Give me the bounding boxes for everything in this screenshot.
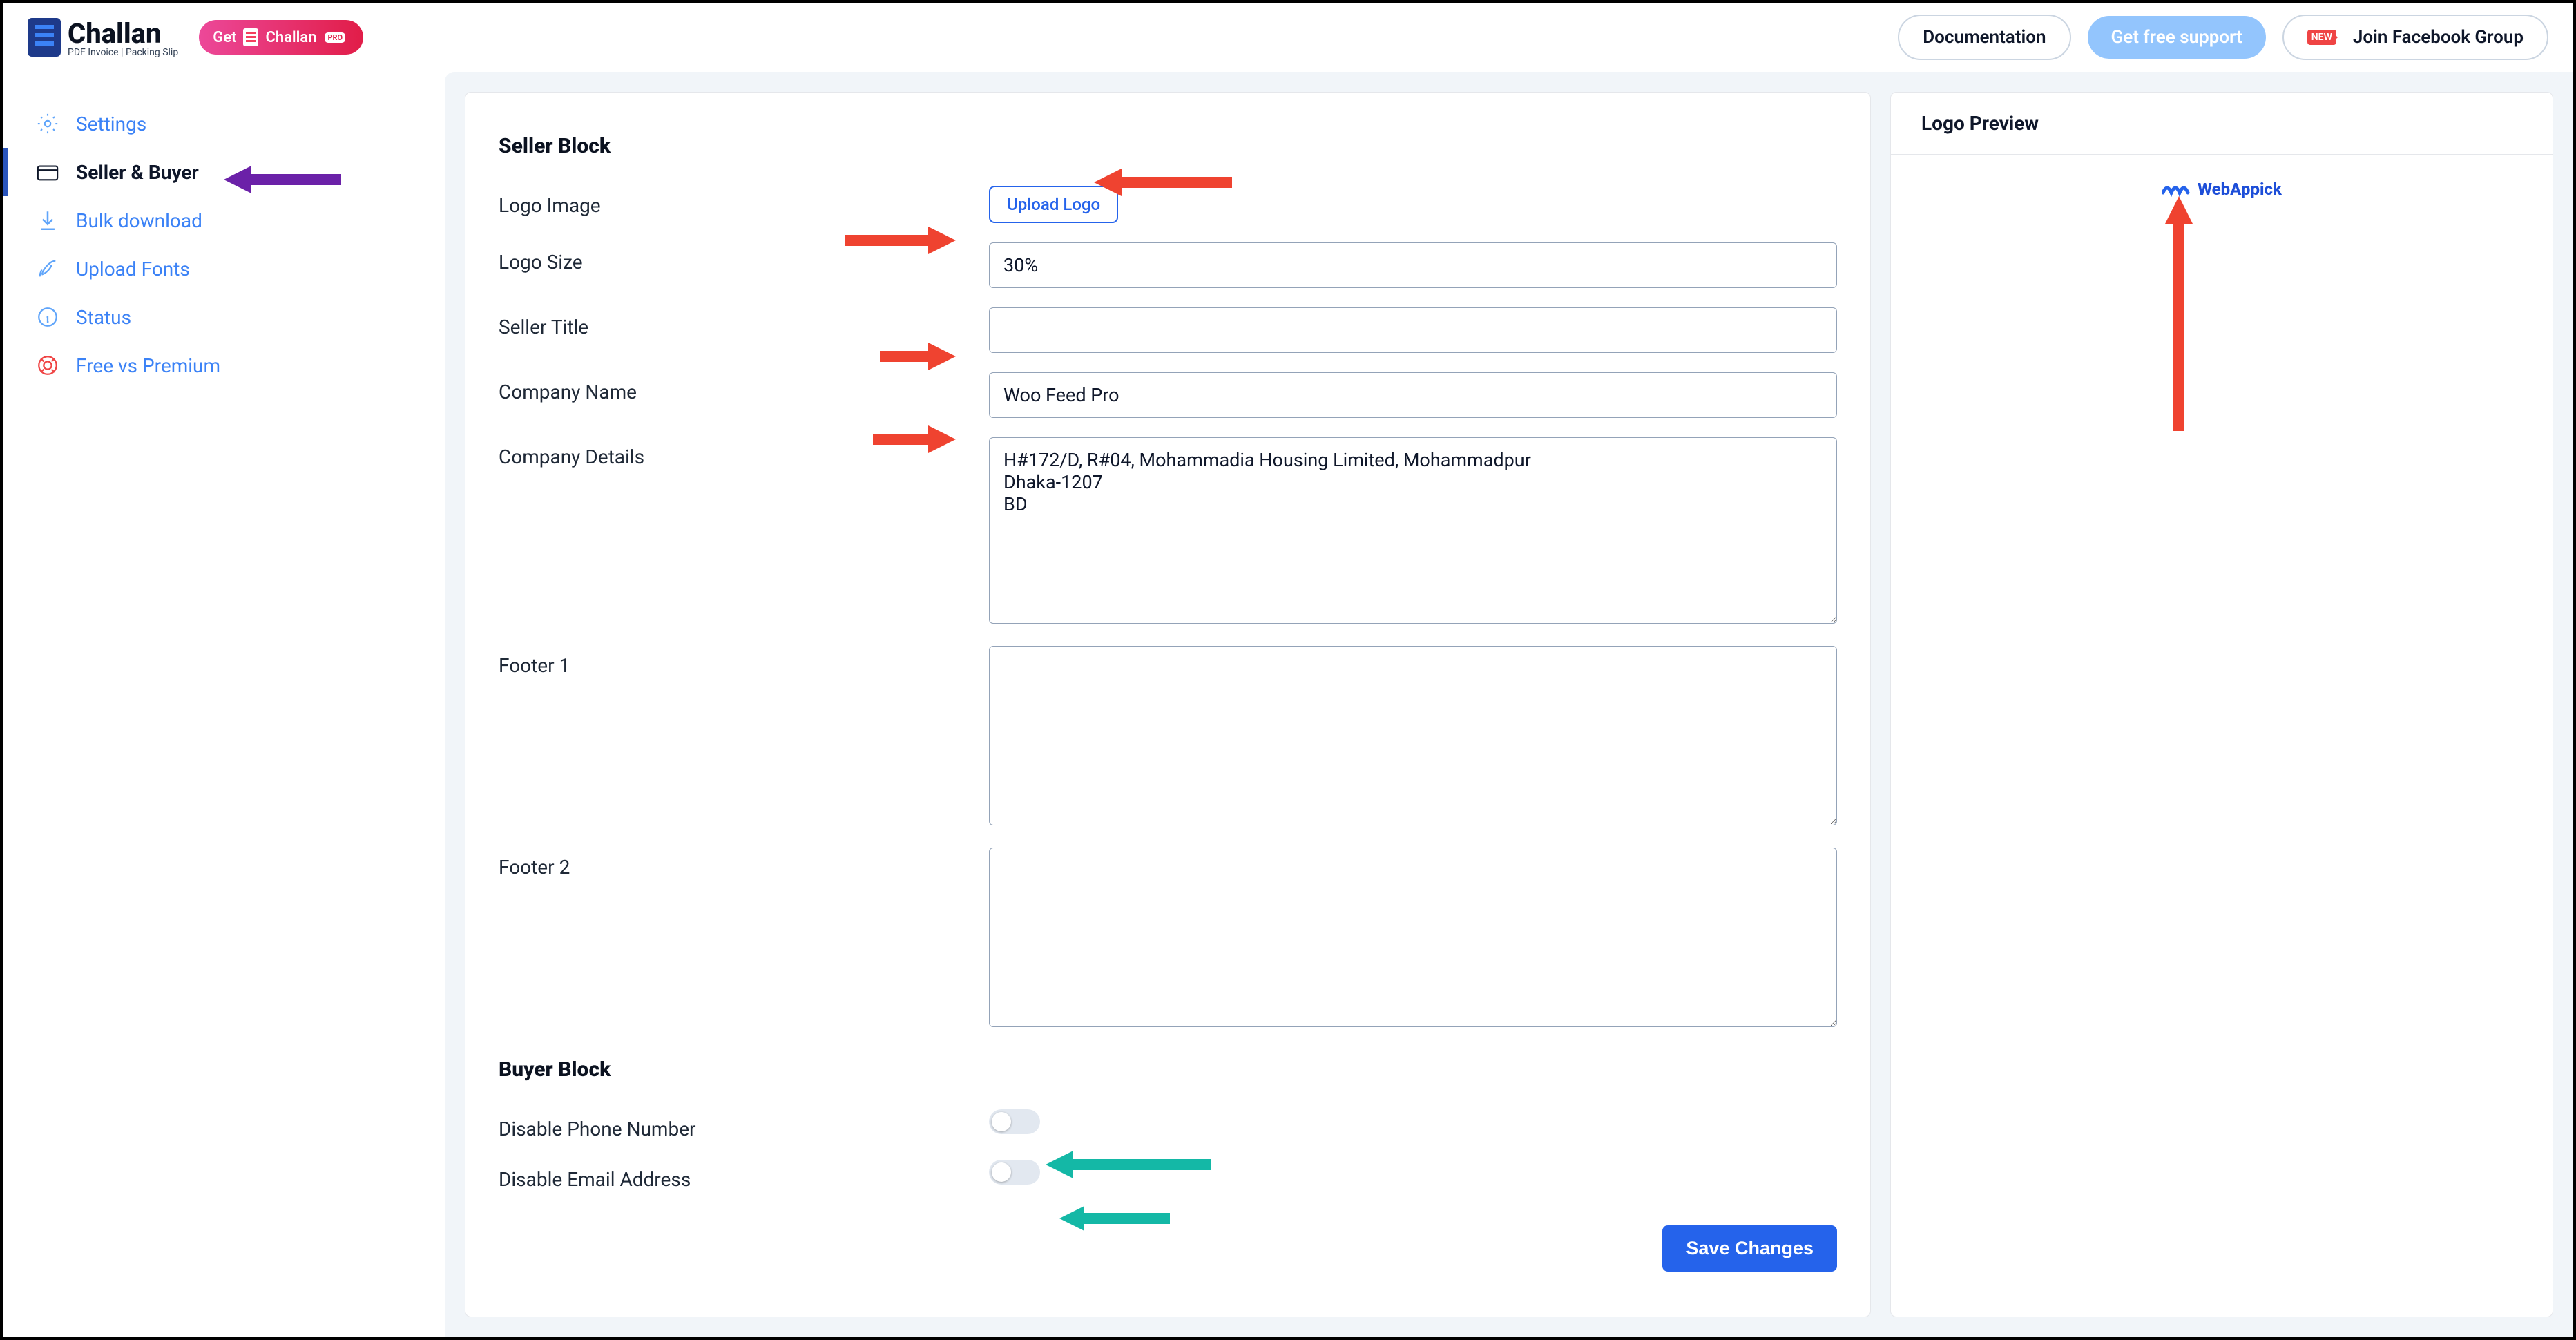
- disable-phone-toggle[interactable]: [989, 1109, 1040, 1134]
- brand-block: Challan PDF Invoice | Packing Slip: [28, 17, 178, 58]
- logo-preview-header: Logo Preview: [1891, 93, 2553, 155]
- brand-subtitle: PDF Invoice | Packing Slip: [68, 47, 178, 58]
- join-facebook-group-button[interactable]: NEW Join Facebook Group: [2282, 15, 2548, 60]
- sidebar-item-settings[interactable]: Settings: [3, 99, 445, 148]
- brand-name: Challan: [68, 17, 178, 50]
- logo-size-label: Logo Size: [499, 242, 989, 274]
- footer2-label: Footer 2: [499, 848, 989, 879]
- wave-icon: [2162, 182, 2192, 197]
- preview-logo: WebAppick: [2162, 180, 2282, 199]
- footer1-label: Footer 1: [499, 646, 989, 677]
- sidebar-item-free-vs-premium[interactable]: Free vs Premium: [3, 341, 445, 390]
- sidebar-item-label: Upload Fonts: [76, 258, 190, 280]
- save-changes-button[interactable]: Save Changes: [1662, 1225, 1837, 1272]
- join-facebook-group-label: Join Facebook Group: [2353, 27, 2524, 48]
- get-pro-name: Challan: [265, 29, 316, 46]
- download-icon: [36, 209, 59, 232]
- company-name-input[interactable]: [989, 372, 1837, 418]
- get-pro-button[interactable]: Get Challan PRO: [199, 20, 363, 55]
- logo-preview-card: Logo Preview WebAppick: [1891, 93, 2553, 1317]
- card-icon: [36, 160, 59, 184]
- topbar-right: Documentation Get free support NEW Join …: [1898, 15, 2548, 60]
- new-badge: NEW: [2307, 30, 2336, 45]
- get-pro-prefix: Get: [213, 29, 236, 46]
- footer2-textarea[interactable]: [989, 848, 1837, 1027]
- sidebar-item-bulk-download[interactable]: Bulk download: [3, 196, 445, 245]
- logo-size-input[interactable]: [989, 242, 1837, 288]
- sidebar-item-status[interactable]: Status: [3, 293, 445, 341]
- sidebar-item-seller-buyer[interactable]: Seller & Buyer: [3, 148, 445, 196]
- sidebar-item-upload-fonts[interactable]: Upload Fonts: [3, 245, 445, 293]
- topbar-left: Challan PDF Invoice | Packing Slip Get C…: [28, 17, 363, 58]
- company-details-textarea[interactable]: [989, 437, 1837, 624]
- disable-phone-label: Disable Phone Number: [499, 1109, 989, 1140]
- sidebar-item-label: Seller & Buyer: [76, 161, 199, 184]
- disable-email-label: Disable Email Address: [499, 1160, 989, 1191]
- pro-badge: PRO: [325, 32, 345, 43]
- brand-logo-icon: [28, 18, 61, 57]
- buyer-block-title: Buyer Block: [499, 1057, 1837, 1082]
- disable-email-toggle[interactable]: [989, 1160, 1040, 1185]
- seller-title-label: Seller Title: [499, 307, 989, 338]
- sidebar-item-label: Bulk download: [76, 209, 202, 232]
- sidebar-item-label: Settings: [76, 113, 146, 135]
- topbar: Challan PDF Invoice | Packing Slip Get C…: [3, 3, 2573, 72]
- mini-document-icon: [243, 28, 258, 46]
- info-icon: [36, 305, 59, 329]
- logo-image-label: Logo Image: [499, 186, 989, 217]
- company-details-label: Company Details: [499, 437, 989, 468]
- sidebar-item-label: Free vs Premium: [76, 354, 220, 377]
- seller-title-input[interactable]: [989, 307, 1837, 353]
- footer1-textarea[interactable]: [989, 646, 1837, 825]
- upload-logo-button[interactable]: Upload Logo: [989, 186, 1118, 223]
- seller-block-title: Seller Block: [499, 134, 1837, 158]
- get-free-support-button[interactable]: Get free support: [2088, 16, 2266, 59]
- company-name-label: Company Name: [499, 372, 989, 403]
- gear-icon: [36, 112, 59, 135]
- settings-card: Seller Block Logo Image Upload Logo Logo…: [465, 93, 1870, 1317]
- documentation-button[interactable]: Documentation: [1898, 15, 2070, 60]
- sidebar-item-label: Status: [76, 306, 131, 329]
- sidebar: Settings Seller & Buyer Bulk download Up…: [3, 72, 445, 390]
- lifebuoy-icon: [36, 354, 59, 377]
- annotation-arrow-icon: [2160, 196, 2198, 434]
- preview-logo-text: WebAppick: [2198, 180, 2282, 199]
- feather-icon: [36, 257, 59, 280]
